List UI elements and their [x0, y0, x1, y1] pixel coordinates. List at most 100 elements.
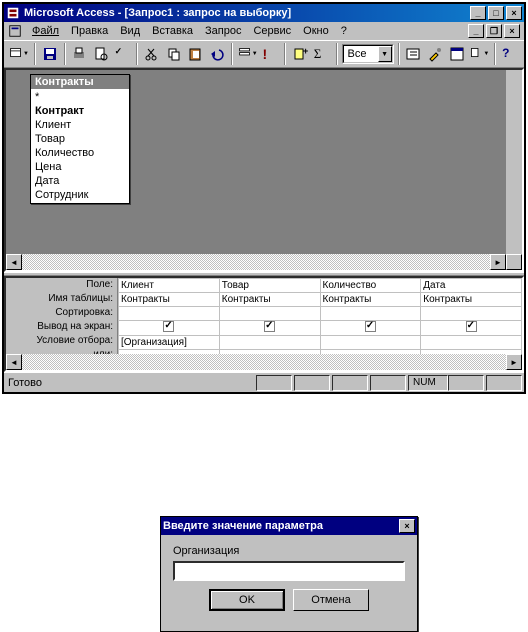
status-pane: [486, 375, 522, 391]
row-criteria: [Организация]: [119, 336, 522, 350]
cell-criteria[interactable]: [421, 336, 522, 350]
mdi-restore-button[interactable]: ❐: [486, 24, 502, 38]
cell-table[interactable]: Контракты: [320, 293, 421, 307]
status-pane: [448, 375, 484, 391]
new-object-button[interactable]: ▼: [468, 43, 490, 65]
cell-field[interactable]: Товар: [219, 279, 320, 293]
menu-file[interactable]: Файл: [26, 24, 65, 38]
menu-tools[interactable]: Сервис: [247, 24, 297, 38]
qbe-grid: Поле: Имя таблицы: Сортировка: Вывод на …: [4, 276, 524, 372]
scroll-right-icon[interactable]: ►: [490, 254, 506, 270]
cell-sort[interactable]: [219, 307, 320, 321]
checkbox-icon: [163, 321, 174, 332]
qbe-cells[interactable]: Клиент Товар Количество Дата Контракты К…: [118, 278, 522, 354]
horizontal-scrollbar[interactable]: ◄ ►: [6, 254, 522, 270]
cell-sort[interactable]: [421, 307, 522, 321]
query-workspace: Контракты * Контракт Клиент Товар Количе…: [4, 68, 524, 272]
cell-or[interactable]: [119, 350, 220, 355]
scroll-right-icon[interactable]: ►: [506, 354, 522, 370]
row-or: [119, 350, 522, 355]
cell-table[interactable]: Контракты: [421, 293, 522, 307]
print-button[interactable]: [70, 43, 90, 65]
cell-show[interactable]: [119, 321, 220, 336]
table-fieldlist-title[interactable]: Контракты: [31, 75, 129, 89]
cell-criteria[interactable]: [320, 336, 421, 350]
cell-or[interactable]: [219, 350, 320, 355]
query-type-button[interactable]: ▼: [237, 43, 259, 65]
undo-button[interactable]: [207, 43, 227, 65]
cell-field[interactable]: Количество: [320, 279, 421, 293]
view-button[interactable]: ▼: [8, 43, 30, 65]
menu-file-text: Файл: [32, 25, 59, 37]
label-field: Поле:: [6, 278, 117, 292]
menu-window[interactable]: Окно: [297, 24, 335, 38]
qbe-row-labels: Поле: Имя таблицы: Сортировка: Вывод на …: [6, 278, 118, 354]
cell-sort[interactable]: [119, 307, 220, 321]
properties-button[interactable]: [404, 43, 424, 65]
cell-or[interactable]: [320, 350, 421, 355]
cell-show[interactable]: [421, 321, 522, 336]
cell-field[interactable]: Дата: [421, 279, 522, 293]
menu-help[interactable]: ?: [335, 24, 353, 38]
menu-insert[interactable]: Вставка: [146, 24, 199, 38]
menu-query[interactable]: Запрос: [199, 24, 247, 38]
cell-or[interactable]: [421, 350, 522, 355]
status-pane: [332, 375, 368, 391]
mdi-minimize-button[interactable]: _: [468, 24, 484, 38]
toolbar: ▼ ✓ ▼ ! + Σ Все ▼ ▼ ?: [4, 40, 524, 68]
maximize-button[interactable]: □: [488, 6, 504, 20]
label-sort: Сортировка:: [6, 306, 117, 320]
save-button[interactable]: [40, 43, 60, 65]
field-item[interactable]: Сотрудник: [31, 188, 129, 202]
mdi-close-button[interactable]: ×: [504, 24, 520, 38]
show-table-button[interactable]: +: [290, 43, 310, 65]
cell-show[interactable]: [219, 321, 320, 336]
menu-view[interactable]: Вид: [114, 24, 146, 38]
build-button[interactable]: [425, 43, 445, 65]
field-item[interactable]: Дата: [31, 174, 129, 188]
dropdown-icon[interactable]: ▼: [378, 46, 392, 62]
cancel-button[interactable]: Отмена: [293, 589, 369, 611]
table-fieldlist[interactable]: Контракты * Контракт Клиент Товар Количе…: [30, 74, 130, 204]
label-table: Имя таблицы:: [6, 292, 117, 306]
app-icon: [6, 6, 20, 20]
spelling-button[interactable]: ✓: [113, 43, 133, 65]
field-item[interactable]: Клиент: [31, 118, 129, 132]
mdi-icon[interactable]: [8, 24, 22, 38]
close-button[interactable]: ×: [506, 6, 522, 20]
cell-table[interactable]: Контракты: [219, 293, 320, 307]
totals-button[interactable]: Σ: [312, 43, 332, 65]
run-button[interactable]: !: [261, 43, 281, 65]
status-text: Готово: [4, 377, 256, 389]
cell-table[interactable]: Контракты: [119, 293, 220, 307]
cell-sort[interactable]: [320, 307, 421, 321]
dialog-close-button[interactable]: ×: [399, 519, 415, 533]
parameter-input[interactable]: [173, 561, 405, 581]
preview-button[interactable]: [91, 43, 111, 65]
checkbox-icon: [466, 321, 477, 332]
parameter-dialog: Введите значение параметра × Организация…: [160, 516, 418, 632]
field-item[interactable]: Цена: [31, 160, 129, 174]
field-item[interactable]: Контракт: [31, 104, 129, 118]
cell-field[interactable]: Клиент: [119, 279, 220, 293]
menu-edit[interactable]: Правка: [65, 24, 114, 38]
help-button[interactable]: ?: [500, 43, 520, 65]
cell-criteria[interactable]: [219, 336, 320, 350]
top-values-combo[interactable]: Все ▼: [342, 44, 394, 64]
qbe-horizontal-scrollbar[interactable]: ◄ ►: [6, 354, 522, 370]
paste-button[interactable]: [186, 43, 206, 65]
ok-button[interactable]: OK: [209, 589, 285, 611]
scroll-left-icon[interactable]: ◄: [6, 354, 22, 370]
vertical-scrollbar[interactable]: [506, 70, 522, 254]
row-table: Контракты Контракты Контракты Контракты: [119, 293, 522, 307]
cell-show[interactable]: [320, 321, 421, 336]
cut-button[interactable]: [142, 43, 162, 65]
field-item[interactable]: *: [31, 90, 129, 104]
field-item[interactable]: Количество: [31, 146, 129, 160]
scroll-left-icon[interactable]: ◄: [6, 254, 22, 270]
minimize-button[interactable]: _: [470, 6, 486, 20]
db-window-button[interactable]: [447, 43, 467, 65]
field-item[interactable]: Товар: [31, 132, 129, 146]
copy-button[interactable]: [164, 43, 184, 65]
cell-criteria[interactable]: [Организация]: [119, 336, 220, 350]
